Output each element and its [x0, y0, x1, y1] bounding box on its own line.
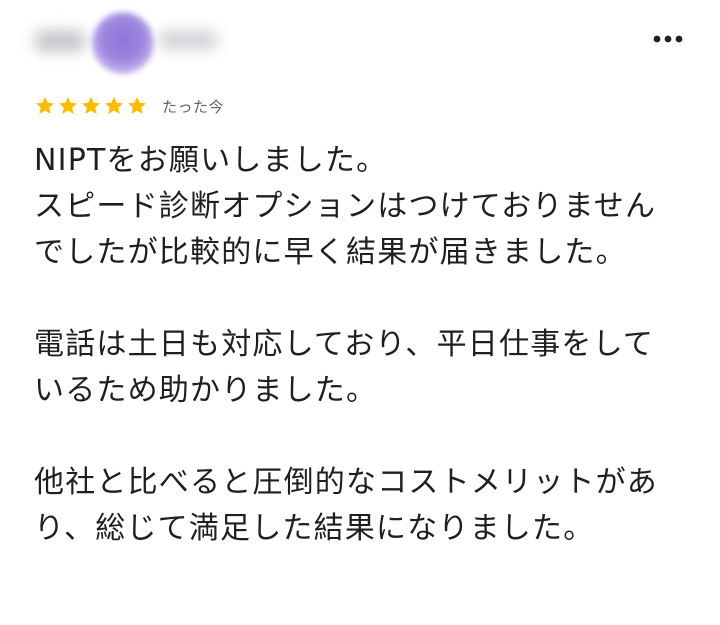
review-timestamp: たった今	[162, 97, 225, 116]
review-text: NIPTをお願いしました。 スピード診断オプションはつけておりませんでしたが比較…	[34, 138, 684, 552]
reviewer-header[interactable]	[30, 8, 230, 74]
reviewer-name-blurred	[34, 30, 86, 52]
review-paragraph: 電話は土日も対応しており、平日仕事をしているため助かりました。	[34, 327, 655, 408]
more-horizontal-icon	[653, 35, 683, 43]
reviewer-name-blurred	[158, 30, 218, 50]
star-icon	[82, 97, 100, 114]
star-icon	[128, 97, 146, 114]
star-icon	[36, 97, 54, 114]
review-card: たった今 NIPTをお願いしました。 スピード診断オプションはつけておりませんで…	[0, 0, 720, 625]
review-paragraph: 他社と比べると圧倒的なコストメリットがあり、総じて満足した結果になりました。	[34, 465, 658, 546]
more-options-button[interactable]	[643, 24, 693, 54]
avatar[interactable]	[92, 12, 154, 74]
star-icon	[105, 97, 123, 114]
rating-row: たった今	[34, 92, 224, 120]
star-icon	[59, 97, 77, 114]
star-rating	[34, 95, 148, 117]
review-paragraph: NIPTをお願いしました。 スピード診断オプションはつけておりませんでしたが比較…	[34, 143, 657, 270]
